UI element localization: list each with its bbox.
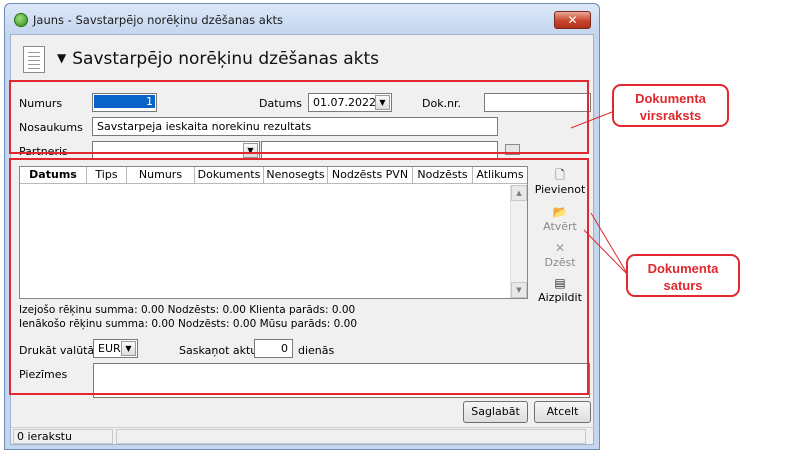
header-section-highlight xyxy=(9,80,589,154)
title-dropdown-icon[interactable]: ▼ xyxy=(57,51,66,65)
content-callout: Dokumenta saturs xyxy=(626,254,740,297)
content-callout-text: Dokumenta saturs xyxy=(647,261,719,293)
app-logo-icon xyxy=(14,13,28,27)
save-button[interactable]: Saglabāt xyxy=(463,401,528,423)
cancel-button[interactable]: Atcelt xyxy=(534,401,591,423)
page-title-text: Savstarpējo norēķinu dzēšanas akts xyxy=(72,49,380,69)
header-callout-text: Dokumenta virsraksts xyxy=(635,91,706,123)
page-title[interactable]: ▼ Savstarpējo norēķinu dzēšanas akts xyxy=(57,49,379,69)
status-bar: 0 ierakstu xyxy=(11,427,593,444)
document-icon xyxy=(23,46,45,73)
status-panel xyxy=(116,429,586,444)
record-count: 0 ierakstu xyxy=(13,429,113,444)
close-button[interactable]: ✕ xyxy=(554,11,591,29)
header-callout: Dokumenta virsraksts xyxy=(612,84,729,127)
window-title: Jauns - Savstarpējo norēķinu dzēšanas ak… xyxy=(33,13,284,27)
content-section-highlight xyxy=(9,158,589,395)
title-bar[interactable]: Jauns - Savstarpējo norēķinu dzēšanas ak… xyxy=(5,4,599,34)
